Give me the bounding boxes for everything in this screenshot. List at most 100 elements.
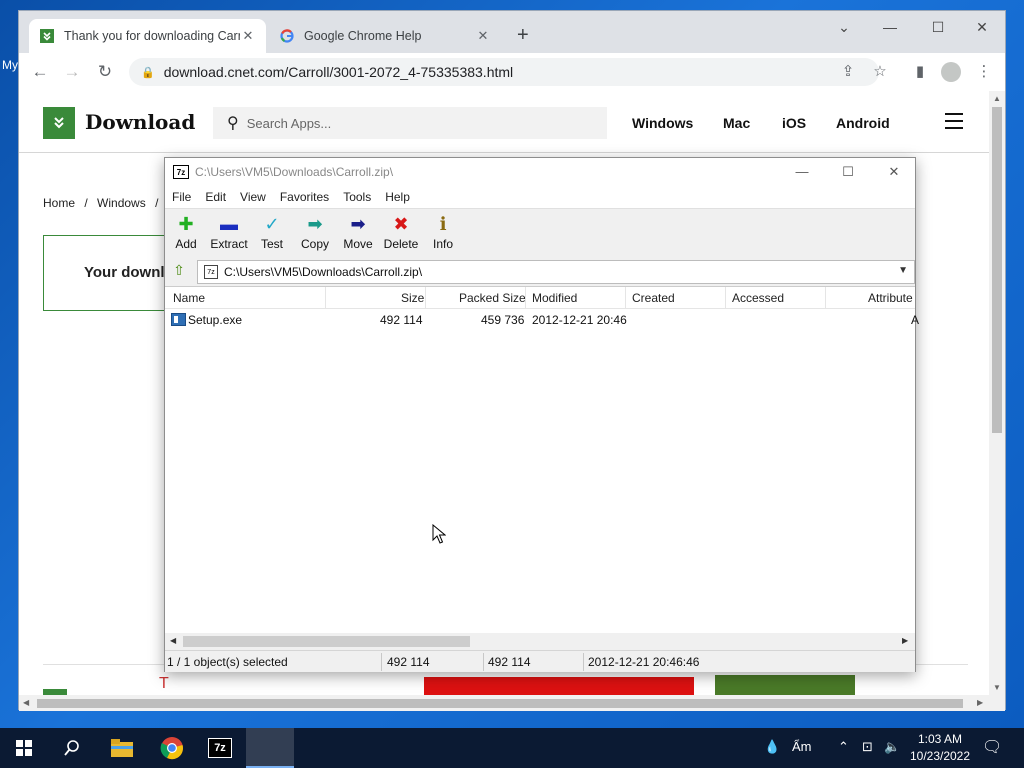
column-created[interactable]: Created bbox=[632, 291, 675, 305]
nav-windows[interactable]: Windows bbox=[632, 115, 693, 131]
menu-file[interactable]: File bbox=[172, 190, 191, 204]
column-separator[interactable] bbox=[425, 287, 426, 309]
search-icon[interactable] bbox=[48, 728, 96, 768]
minimize-icon[interactable]: — bbox=[867, 19, 913, 35]
notification-icon[interactable]: 🗨 bbox=[982, 737, 1002, 757]
address-bar[interactable]: 🔒 download.cnet.com/Carroll/3001-2072_4-… bbox=[129, 58, 879, 86]
minimize-icon[interactable]: — bbox=[779, 164, 825, 179]
file-explorer-icon[interactable] bbox=[98, 728, 146, 768]
chevron-up-icon[interactable]: ⌃ bbox=[838, 739, 849, 755]
ad-banner-red[interactable] bbox=[424, 677, 694, 695]
menu-kebab-icon[interactable]: ⋮ bbox=[973, 62, 995, 80]
bookmark-star-icon[interactable]: ☆ bbox=[869, 62, 891, 80]
back-icon[interactable]: ← bbox=[29, 62, 51, 82]
menu-tools[interactable]: Tools bbox=[343, 190, 371, 204]
breadcrumb-windows[interactable]: Windows bbox=[97, 196, 146, 210]
share-icon[interactable]: ⇪ bbox=[837, 62, 859, 80]
vertical-scrollbar[interactable]: ▲ ▼ bbox=[989, 91, 1005, 695]
forward-icon[interactable]: → bbox=[61, 62, 83, 82]
scroll-left-icon[interactable]: ◀ bbox=[170, 636, 176, 645]
new-tab-button[interactable]: + bbox=[517, 25, 529, 45]
ad-banner-image[interactable] bbox=[715, 675, 855, 695]
file-name: Setup.exe bbox=[188, 313, 243, 327]
nav-android[interactable]: Android bbox=[836, 115, 890, 131]
clock-time[interactable]: 1:03 AM bbox=[910, 732, 970, 746]
move-button[interactable]: ➡ Move bbox=[336, 213, 380, 251]
start-windows-icon[interactable] bbox=[0, 728, 48, 768]
close-window-icon[interactable]: ✕ bbox=[871, 164, 917, 180]
download-message-box: Your downl bbox=[43, 235, 183, 311]
scroll-right-icon[interactable]: ▶ bbox=[902, 636, 908, 645]
weather-drop-icon[interactable]: 💧 bbox=[764, 739, 780, 755]
scroll-up-icon[interactable]: ▲ bbox=[993, 94, 1001, 103]
breadcrumb-home[interactable]: Home bbox=[43, 196, 75, 210]
add-button[interactable]: ✚ Add bbox=[164, 213, 208, 251]
column-separator[interactable] bbox=[625, 287, 626, 309]
tab-search-icon[interactable]: ⌄ bbox=[821, 19, 867, 36]
status-bar: 1 / 1 object(s) selected 492 114 492 114… bbox=[165, 650, 915, 672]
extract-button[interactable]: ▬ Extract bbox=[207, 213, 251, 251]
maximize-icon[interactable]: ☐ bbox=[825, 164, 871, 180]
column-accessed[interactable]: Accessed bbox=[732, 291, 784, 305]
nav-ios[interactable]: iOS bbox=[782, 115, 806, 131]
profile-avatar-icon[interactable] bbox=[941, 62, 961, 82]
tab-close-icon[interactable]: ✕ bbox=[475, 28, 491, 44]
path-input[interactable]: 7z C:\Users\VM5\Downloads\Carroll.zip\ ▼ bbox=[197, 260, 915, 284]
table-row[interactable]: Setup.exe 492 114 459 736 2012-12-21 20:… bbox=[165, 311, 919, 329]
weather-text[interactable]: Ẩm bbox=[792, 739, 812, 754]
column-modified[interactable]: Modified bbox=[532, 291, 577, 305]
tab-close-icon[interactable]: ✕ bbox=[240, 28, 256, 44]
column-separator[interactable] bbox=[825, 287, 826, 309]
menu-edit[interactable]: Edit bbox=[205, 190, 226, 204]
scroll-right-icon[interactable]: ▶ bbox=[977, 698, 983, 707]
close-window-icon[interactable]: ✕ bbox=[959, 19, 1005, 36]
menu-view[interactable]: View bbox=[240, 190, 266, 204]
network-icon[interactable]: ⊡ bbox=[862, 739, 873, 755]
logo-text[interactable]: Download bbox=[85, 110, 195, 134]
check-icon: ✓ bbox=[264, 214, 280, 234]
info-button[interactable]: ℹ Info bbox=[421, 213, 465, 251]
column-name[interactable]: Name bbox=[173, 291, 205, 305]
download-logo-icon[interactable] bbox=[43, 107, 75, 139]
scroll-down-icon[interactable]: ▼ bbox=[993, 683, 1001, 692]
volume-icon[interactable]: 🔈 bbox=[884, 739, 900, 755]
desktop-icon-label[interactable]: My bbox=[2, 58, 18, 72]
tab-cnet-download[interactable]: Thank you for downloading Carr ✕ bbox=[29, 19, 266, 53]
list-header: Name Size Packed Size Modified Created A… bbox=[165, 287, 915, 309]
folder-up-icon[interactable]: ⇧ bbox=[169, 262, 189, 282]
file-packed-size: 459 736 bbox=[481, 313, 525, 327]
column-separator[interactable] bbox=[325, 287, 326, 309]
plus-icon: ✚ bbox=[178, 214, 194, 234]
tab-chrome-help[interactable]: Google Chrome Help ✕ bbox=[269, 19, 501, 53]
maximize-icon[interactable]: ☐ bbox=[915, 19, 961, 36]
column-packed-size[interactable]: Packed Size bbox=[459, 291, 526, 305]
side-panel-icon[interactable]: ▮ bbox=[909, 62, 931, 80]
chrome-taskbar-icon[interactable] bbox=[148, 728, 196, 768]
column-size[interactable]: Size bbox=[401, 291, 424, 305]
column-attributes[interactable]: Attribute bbox=[868, 291, 913, 305]
file-modified: 2012-12-21 20:46 bbox=[532, 313, 627, 327]
delete-button[interactable]: ✖ Delete bbox=[379, 213, 423, 251]
clock-date[interactable]: 10/23/2022 bbox=[906, 749, 974, 763]
column-separator[interactable] bbox=[525, 287, 526, 309]
lock-icon: 🔒 bbox=[141, 66, 155, 79]
column-separator[interactable] bbox=[725, 287, 726, 309]
horizontal-scrollbar[interactable]: ◀ ▶ bbox=[165, 633, 915, 650]
horizontal-scroll-thumb[interactable] bbox=[37, 699, 963, 708]
menu-favorites[interactable]: Favorites bbox=[280, 190, 329, 204]
7zip-title-bar[interactable]: 7z C:\Users\VM5\Downloads\Carroll.zip\ —… bbox=[165, 158, 915, 186]
vertical-scroll-thumb[interactable] bbox=[992, 107, 1002, 433]
nav-mac[interactable]: Mac bbox=[723, 115, 750, 131]
horizontal-scroll-thumb[interactable] bbox=[183, 636, 470, 647]
copy-button[interactable]: ➡ Copy bbox=[293, 213, 337, 251]
test-button[interactable]: ✓ Test bbox=[250, 213, 294, 251]
reload-icon[interactable]: ↻ bbox=[94, 62, 116, 82]
menu-help[interactable]: Help bbox=[385, 190, 410, 204]
7zip-taskbar-icon[interactable]: 7z bbox=[196, 728, 244, 768]
hamburger-menu-icon[interactable] bbox=[945, 113, 963, 129]
chevron-down-icon[interactable]: ▼ bbox=[898, 265, 908, 276]
horizontal-scrollbar[interactable]: ◀ ▶ bbox=[19, 695, 1005, 711]
site-search-input[interactable]: ⚲ Search Apps... bbox=[213, 107, 607, 139]
scroll-left-icon[interactable]: ◀ bbox=[23, 698, 29, 707]
active-window-button[interactable] bbox=[246, 728, 294, 768]
